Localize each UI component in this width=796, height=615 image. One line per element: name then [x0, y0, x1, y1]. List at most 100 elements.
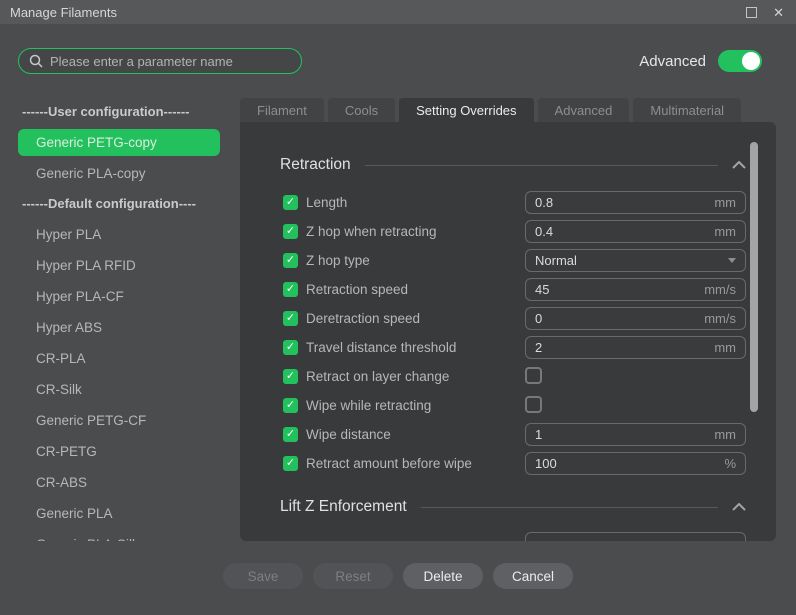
collapse-chevron-icon[interactable] [732, 161, 746, 169]
delete-button[interactable]: Delete [403, 563, 483, 589]
sidebar-item-hyper-pla[interactable]: Hyper PLA [18, 219, 220, 250]
search-placeholder: Please enter a parameter name [50, 53, 233, 69]
setting-row-length: ✓ Length 0.8 mm [283, 188, 746, 217]
setting-row-z-hop-type: ✓ Z hop type Normal [283, 246, 746, 275]
value-input[interactable]: 100% [525, 452, 746, 475]
value-checkbox-unchecked[interactable] [525, 396, 542, 413]
override-checkbox-checked[interactable]: ✓ [283, 340, 298, 355]
maximize-button[interactable] [746, 6, 758, 18]
value-input[interactable]: 2 mm [525, 336, 746, 359]
panel-content: Retraction ✓ Length 0.8 mm ✓ Z hop when retrac… [240, 122, 776, 541]
setting-row-travel-distance-threshold: ✓ Travel distance threshold 2 mm [283, 333, 746, 362]
titlebar: Manage Filaments ✕ [0, 0, 796, 24]
sidebar-list: ------User configuration------ Generic PE… [0, 97, 240, 541]
setting-row-retract-on-layer-change: ✓ Retract on layer change [283, 362, 746, 391]
section-title: Retraction [280, 156, 351, 173]
sidebar-item-hyper-pla-cf[interactable]: Hyper PLA-CF [18, 281, 220, 312]
setting-label: Retract amount before wipe [306, 456, 472, 471]
section-divider [420, 506, 718, 508]
cancel-button[interactable]: Cancel [493, 563, 573, 589]
dropdown-select[interactable]: Normal [525, 249, 746, 272]
setting-label: Retraction speed [306, 282, 409, 297]
partial-value-input [525, 532, 746, 541]
tab-cools[interactable]: Cools [327, 98, 396, 122]
parameter-search-input[interactable]: Please enter a parameter name [18, 48, 302, 74]
section-header-retraction: Retraction [280, 150, 746, 180]
setting-label: Deretraction speed [306, 311, 421, 326]
setting-row-deretraction-speed: ✓ Deretraction speed 0 mm/s [283, 304, 746, 333]
dropdown-value: Normal [535, 253, 577, 268]
sidebar-item-cr-pla[interactable]: CR-PLA [18, 343, 220, 374]
reset-button: Reset [313, 563, 393, 589]
section-header-lift-z-enforcement: Lift Z Enforcement [280, 492, 746, 522]
sidebar-group-header: ------Default configuration---- [22, 196, 197, 211]
save-button: Save [223, 563, 303, 589]
value-input[interactable]: 45 mm/s [525, 278, 746, 301]
window-buttons: ✕ [746, 6, 784, 19]
override-checkbox-checked[interactable]: ✓ [283, 253, 298, 268]
input-value: 100 [535, 456, 557, 471]
input-value: 0.4 [535, 224, 554, 239]
input-value: 2 [535, 340, 543, 355]
input-unit: mm [714, 195, 736, 210]
sidebar-group-header: ------User configuration------ [22, 104, 190, 119]
value-input[interactable]: 0 mm/s [525, 307, 746, 330]
tab-setting-overrides[interactable]: Setting Overrides [399, 98, 534, 122]
override-checkbox-checked[interactable]: ✓ [283, 398, 298, 413]
sidebar-item-hyper-abs[interactable]: Hyper ABS [18, 312, 220, 343]
input-unit: mm [714, 340, 736, 355]
override-checkbox-checked[interactable]: ✓ [283, 456, 298, 471]
dropdown-caret-icon [728, 258, 736, 263]
setting-row-z-hop-when-retracting: ✓ Z hop when retracting 0.4 mm [283, 217, 746, 246]
sidebar-item-generic-petg-cf[interactable]: Generic PETG-CF [18, 405, 220, 436]
override-checkbox-checked[interactable]: ✓ [283, 369, 298, 384]
search-icon [29, 54, 43, 68]
sidebar-item-cr-silk[interactable]: CR-Silk [18, 374, 220, 405]
tab-filament[interactable]: Filament [240, 98, 324, 122]
section-divider [364, 164, 718, 166]
value-input[interactable]: 1 mm [525, 423, 746, 446]
override-checkbox-checked[interactable]: ✓ [283, 282, 298, 297]
input-unit: mm [714, 224, 736, 239]
override-checkbox-checked[interactable]: ✓ [283, 195, 298, 210]
sidebar-item-generic-pla-copy[interactable]: Generic PLA-copy [18, 158, 220, 189]
tab-bar: Filament Cools Setting Overrides Advanced Mu… [240, 98, 742, 122]
advanced-toggle[interactable] [718, 50, 762, 72]
collapse-chevron-icon[interactable] [732, 503, 746, 511]
override-checkbox-checked[interactable]: ✓ [283, 311, 298, 326]
value-input[interactable]: 0.8 mm [525, 191, 746, 214]
override-checkbox-checked[interactable]: ✓ [283, 224, 298, 239]
settings-panel: Retraction ✓ Length 0.8 mm ✓ Z hop when retrac… [240, 122, 776, 541]
override-checkbox-checked[interactable]: ✓ [283, 427, 298, 442]
setting-row-wipe-while-retracting: ✓ Wipe while retracting [283, 391, 746, 420]
setting-label: Retract on layer change [306, 369, 450, 384]
sidebar-item-cr-abs[interactable]: CR-ABS [18, 467, 220, 498]
value-input[interactable]: 0.4 mm [525, 220, 746, 243]
tab-multimaterial[interactable]: Multimaterial [633, 98, 742, 122]
setting-label: Z hop when retracting [306, 224, 437, 239]
advanced-toggle-group: Advanced [639, 50, 762, 72]
sidebar-item-hyper-pla-rfid[interactable]: Hyper PLA RFID [18, 250, 220, 281]
close-button[interactable]: ✕ [773, 6, 784, 19]
toggle-knob [742, 52, 760, 70]
footer-buttons: Save Reset Delete Cancel [223, 563, 573, 589]
sidebar-item-generic-pla-silk[interactable]: Generic PLA-Silk [18, 529, 220, 541]
input-unit: mm/s [704, 282, 736, 297]
input-unit: % [724, 456, 736, 471]
value-checkbox-unchecked[interactable] [525, 367, 542, 384]
input-value: 1 [535, 427, 543, 442]
setting-row-retract-amount-before-wipe: ✓ Retract amount before wipe 100% [283, 449, 746, 478]
scrollbar-thumb[interactable] [750, 142, 758, 412]
setting-label: Wipe while retracting [306, 398, 432, 413]
input-unit: mm/s [704, 311, 736, 326]
advanced-label: Advanced [639, 52, 706, 70]
sidebar-item-generic-pla[interactable]: Generic PLA [18, 498, 220, 529]
setting-row-retraction-speed: ✓ Retraction speed 45 mm/s [283, 275, 746, 304]
sidebar-item-cr-petg[interactable]: CR-PETG [18, 436, 220, 467]
setting-row-wipe-distance: ✓ Wipe distance 1 mm [283, 420, 746, 449]
tab-advanced[interactable]: Advanced [537, 98, 630, 122]
input-value: 0.8 [535, 195, 554, 210]
input-value: 45 [535, 282, 550, 297]
sidebar-item-generic-petg-copy[interactable]: Generic PETG-copy [18, 129, 220, 156]
settings-rows: ✓ Length 0.8 mm ✓ Z hop when retracting 0.4 mm ✓… [283, 188, 746, 478]
